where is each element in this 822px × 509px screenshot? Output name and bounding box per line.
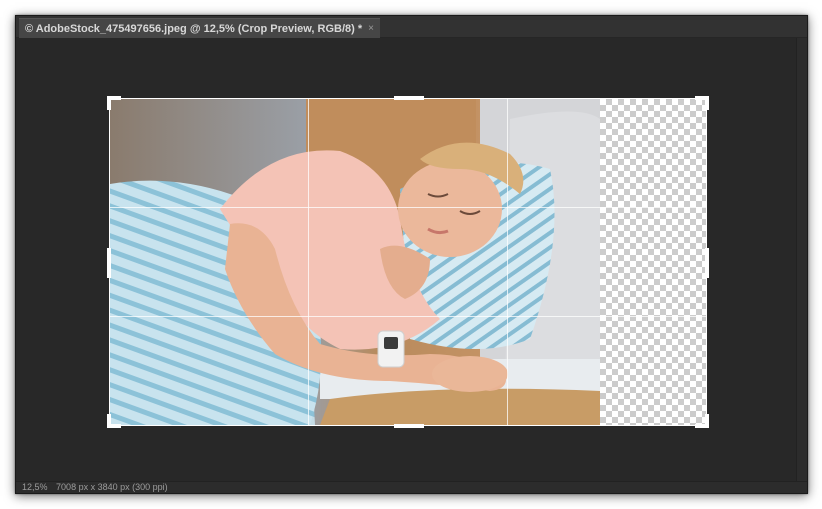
vertical-scrollbar[interactable] <box>796 38 807 482</box>
document-tab-title: © AdobeStock_475497656.jpeg @ 12,5% (Cro… <box>25 22 363 35</box>
crop-box[interactable] <box>107 96 709 428</box>
crop-handle-top-left[interactable] <box>107 96 121 110</box>
status-bar: 12,5% 7008 px x 3840 px (300 ppi) <box>16 481 807 493</box>
crop-handle-bottom[interactable] <box>394 424 424 428</box>
photo-image <box>110 99 600 425</box>
crop-grid-horizontal-2 <box>110 316 706 317</box>
crop-grid-horizontal-1 <box>110 207 706 208</box>
crop-handle-top-right[interactable] <box>695 96 709 110</box>
crop-handle-top[interactable] <box>394 96 424 100</box>
crop-grid-vertical-2 <box>507 99 508 425</box>
crop-handle-right[interactable] <box>705 248 709 278</box>
zoom-level[interactable]: 12,5% <box>22 482 48 492</box>
document-tab-bar: © AdobeStock_475497656.jpeg @ 12,5% (Cro… <box>16 16 807 38</box>
transparent-area <box>600 99 706 425</box>
sleeping-woman-photo <box>110 99 600 425</box>
document-info[interactable]: 7008 px x 3840 px (300 ppi) <box>56 482 168 492</box>
document-tab[interactable]: © AdobeStock_475497656.jpeg @ 12,5% (Cro… <box>19 18 380 38</box>
canvas-area[interactable] <box>16 38 797 482</box>
photoshop-document-window: © AdobeStock_475497656.jpeg @ 12,5% (Cro… <box>15 15 808 494</box>
close-tab-icon[interactable]: × <box>368 23 374 34</box>
crop-grid-vertical-1 <box>308 99 309 425</box>
crop-handle-left[interactable] <box>107 248 111 278</box>
crop-handle-bottom-right[interactable] <box>695 414 709 428</box>
crop-handle-bottom-left[interactable] <box>107 414 121 428</box>
